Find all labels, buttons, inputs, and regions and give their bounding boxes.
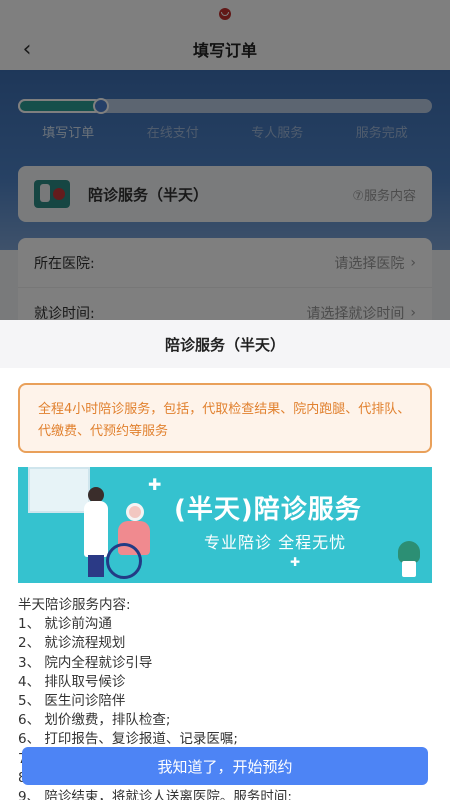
plant-illustration	[398, 541, 420, 577]
medical-cross-icon: ✚	[290, 555, 301, 569]
banner-subtitle: 专业陪诊 全程无忧	[204, 533, 347, 552]
sheet-header: 陪诊服务（半天）	[0, 320, 450, 368]
list-item: 4、 排队取号候诊	[18, 673, 126, 690]
sheet-title: 陪诊服务（半天）	[164, 335, 285, 354]
list-item: 9、 陪诊结束，将就诊人送离医院。服务时间:	[18, 789, 292, 800]
list-item: 1、 就诊前沟通	[18, 616, 112, 633]
service-notice: 全程4小时陪诊服务，包括，代取检查结果、院内跑腿、代排队、代缴费、代预约等服务	[18, 383, 432, 453]
banner-title: (半天)陪诊服务	[174, 495, 362, 525]
start-booking-button[interactable]: 我知道了，开始预约	[22, 747, 428, 785]
content-heading: 半天陪诊服务内容:	[18, 597, 131, 613]
list-item: 6、 划价缴费，排队检查;	[18, 712, 171, 729]
list-item: 5、 医生问诊陪伴	[18, 693, 126, 710]
patient-wheelchair-illustration	[106, 503, 166, 579]
window-illustration	[28, 467, 90, 513]
service-detail-sheet: 陪诊服务（半天） 全程4小时陪诊服务，包括，代取检查结果、院内跑腿、代排队、代缴…	[0, 320, 450, 800]
list-item: 2、 就诊流程规划	[18, 635, 126, 652]
medical-cross-icon: ✚	[148, 475, 162, 494]
service-banner-image: ✚ ✚ (半天)陪诊服务 专业陪诊 全程无忧	[18, 467, 432, 583]
list-item: 3、 院内全程就诊引导	[18, 654, 153, 671]
